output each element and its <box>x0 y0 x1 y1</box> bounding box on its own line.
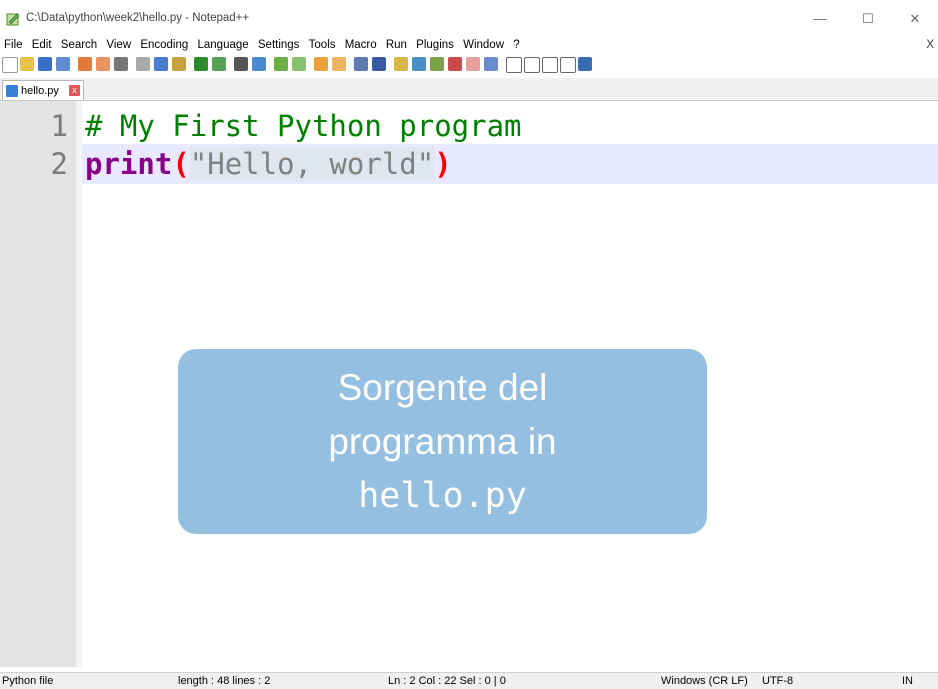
status-insert-mode: IN <box>902 675 913 687</box>
menu-encoding[interactable]: Encoding <box>140 36 188 54</box>
play-macro-icon[interactable] <box>542 57 558 73</box>
menu-run[interactable]: Run <box>386 36 407 54</box>
word-wrap-icon[interactable] <box>354 57 368 71</box>
save-icon[interactable] <box>38 57 52 71</box>
menu-language[interactable]: Language <box>198 36 249 54</box>
indent-guide-icon[interactable] <box>394 57 408 71</box>
document-map-icon[interactable] <box>430 57 444 71</box>
close-window-button[interactable]: ✕ <box>900 8 930 30</box>
callout-line-2: programma in <box>328 420 557 462</box>
code-comment: # My First Python program <box>85 109 522 143</box>
run-macro-multiple-icon[interactable] <box>560 57 576 73</box>
menu-macro[interactable]: Macro <box>345 36 377 54</box>
close-file-icon[interactable] <box>78 57 92 71</box>
menu-window[interactable]: Window <box>463 36 504 54</box>
minimize-button[interactable]: — <box>805 8 835 30</box>
status-eol: Windows (CR LF) <box>661 675 748 687</box>
menu-bar: File Edit Search View Encoding Language … <box>0 36 938 54</box>
tab-close-icon[interactable]: x <box>69 85 80 96</box>
callout-line-3: hello.py <box>358 475 527 516</box>
toolbar <box>0 54 938 76</box>
new-file-icon[interactable] <box>2 57 18 73</box>
status-length-lines: length : 48 lines : 2 <box>178 675 271 687</box>
record-macro-icon[interactable] <box>506 57 522 73</box>
replace-icon[interactable] <box>252 57 266 71</box>
paste-icon[interactable] <box>172 57 186 71</box>
menu-help[interactable]: ? <box>513 36 519 54</box>
menu-search[interactable]: Search <box>61 36 97 54</box>
window-title: C:\Data\python\week2\hello.py - Notepad+… <box>26 12 250 24</box>
code-string: "Hello, world" <box>189 147 435 181</box>
redo-icon[interactable] <box>212 57 226 71</box>
function-list-icon[interactable] <box>448 57 462 71</box>
code-open-paren: ( <box>172 147 190 181</box>
status-encoding: UTF-8 <box>762 675 794 687</box>
menu-view[interactable]: View <box>106 36 131 54</box>
code-close-paren: ) <box>434 147 452 181</box>
close-all-icon[interactable] <box>96 57 110 71</box>
tab-bar: hello.py x <box>0 78 938 101</box>
save-macro-icon[interactable] <box>578 57 592 71</box>
tab-label: hello.py <box>21 85 59 97</box>
open-file-icon[interactable] <box>20 57 34 71</box>
zoom-out-icon[interactable] <box>292 57 306 71</box>
line-number: 2 <box>50 147 68 181</box>
menu-plugins[interactable]: Plugins <box>416 36 454 54</box>
zoom-in-icon[interactable] <box>274 57 288 71</box>
menu-edit[interactable]: Edit <box>32 36 52 54</box>
callout-line-1: Sorgente del <box>337 366 548 408</box>
print-icon[interactable] <box>114 57 128 71</box>
sync-vertical-icon[interactable] <box>314 57 328 71</box>
status-file-type: Python file <box>2 675 54 687</box>
code-keyword: print <box>85 147 173 181</box>
maximize-button[interactable]: ☐ <box>853 8 883 30</box>
fold-margin <box>76 101 82 667</box>
folder-as-workspace-icon[interactable] <box>466 57 480 71</box>
stop-macro-icon[interactable] <box>524 57 540 73</box>
status-cursor-position: Ln : 2 Col : 22 Sel : 0 | 0 <box>388 675 506 687</box>
line-number: 1 <box>50 109 68 143</box>
cut-icon[interactable] <box>136 57 150 71</box>
code-line-2[interactable]: 2 print("Hello, world") <box>0 144 938 184</box>
close-document-button[interactable]: X <box>926 36 934 54</box>
title-bar: C:\Data\python\week2\hello.py - Notepad+… <box>0 0 938 36</box>
undo-icon[interactable] <box>194 57 208 71</box>
menu-settings[interactable]: Settings <box>258 36 300 54</box>
notepad-plus-plus-icon <box>6 13 20 26</box>
annotation-callout: Sorgente del programma in hello.py <box>178 349 707 534</box>
menu-tools[interactable]: Tools <box>309 36 336 54</box>
file-saved-icon <box>6 85 18 97</box>
monitoring-icon[interactable] <box>484 57 498 71</box>
copy-icon[interactable] <box>154 57 168 71</box>
line-number-margin <box>0 101 76 667</box>
tab-hello-py[interactable]: hello.py x <box>2 80 84 100</box>
udl-icon[interactable] <box>412 57 426 71</box>
find-icon[interactable] <box>234 57 248 71</box>
code-line-1[interactable]: 1 # My First Python program <box>0 106 938 146</box>
menu-file[interactable]: File <box>4 36 23 54</box>
save-all-icon[interactable] <box>56 57 70 71</box>
sync-horizontal-icon[interactable] <box>332 57 346 71</box>
status-bar: Python file length : 48 lines : 2 Ln : 2… <box>0 672 938 689</box>
show-all-characters-icon[interactable] <box>372 57 386 71</box>
